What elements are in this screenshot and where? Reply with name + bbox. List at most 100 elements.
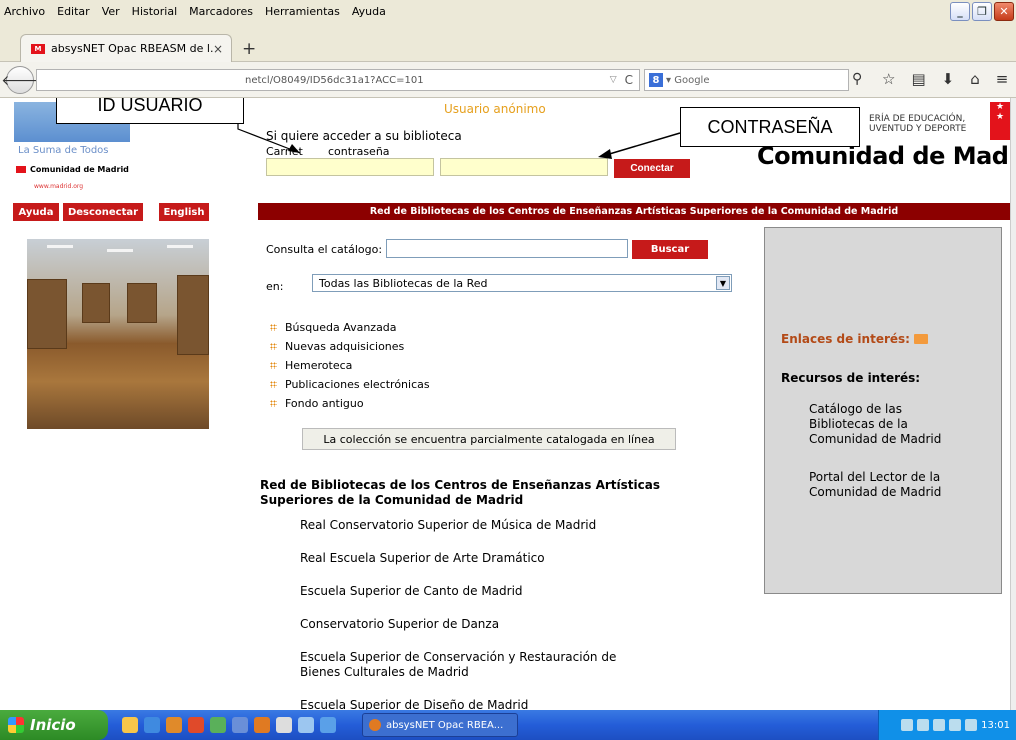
tray-app-icon[interactable] <box>933 719 946 731</box>
word-icon[interactable] <box>232 717 248 733</box>
search-magnifier-icon[interactable]: ⚲ <box>852 71 862 87</box>
school-link[interactable]: Real Escuela Superior de Arte Dramático <box>300 551 700 566</box>
app-icon[interactable] <box>276 717 292 733</box>
bookmarks-list-icon[interactable]: ▤ <box>911 70 925 88</box>
menu-ayuda[interactable]: Ayuda <box>352 5 386 18</box>
link-fondo-antiguo[interactable]: Fondo antiguo <box>270 394 430 413</box>
app-icon[interactable] <box>210 717 226 733</box>
close-window-button[interactable]: ✕ <box>994 2 1014 21</box>
quick-links: Búsqueda Avanzada Nuevas adquisiciones H… <box>270 318 430 413</box>
menu-hamburger-icon[interactable]: ≡ <box>996 70 1009 88</box>
link-publicaciones[interactable]: Publicaciones electrónicas <box>270 375 430 394</box>
back-arrow-icon: 🡐 <box>1 72 39 89</box>
school-link[interactable]: Escuela Superior de Conservación y Resta… <box>300 650 660 680</box>
menu-ver[interactable]: Ver <box>102 5 120 18</box>
catalog-search-input[interactable] <box>386 239 628 258</box>
link-hemeroteca[interactable]: Hemeroteca <box>270 356 430 375</box>
browser-tab[interactable]: M absysNET Opac RBEASM de l... × <box>20 34 232 62</box>
password-input[interactable] <box>440 158 608 176</box>
taskbar-firefox-window[interactable]: absysNET Opac RBEA... <box>362 713 518 737</box>
ceiling-light <box>47 245 73 248</box>
logo-tagline: La Suma de Todos <box>18 145 109 156</box>
tray-app-icon[interactable] <box>949 719 962 731</box>
home-icon[interactable]: ⌂ <box>970 70 980 88</box>
url-text: netcl/O8049/ID56dc31a1?ACC=101 <box>245 74 424 86</box>
nav-bar: 🡐 netcl/O8049/ID56dc31a1?ACC=101 ▽ C 8 ▾… <box>0 62 1016 98</box>
menu-bar: Archivo Editar Ver Historial Marcadores … <box>0 0 1016 22</box>
network-banner: Red de Bibliotecas de los Centros de Ens… <box>258 203 1010 220</box>
toolbar-icons: ☆ ▤ ⬇ ⌂ ≡ <box>882 70 1008 88</box>
pass-arrow-line <box>605 132 681 156</box>
search-bar[interactable]: 8 ▾ Google <box>644 69 849 91</box>
back-button[interactable]: 🡐 <box>1 66 39 94</box>
downloads-icon[interactable]: ⬇ <box>942 70 955 88</box>
search-engine-icon[interactable]: 8 <box>649 73 663 87</box>
minimize-button[interactable]: _ <box>950 2 970 21</box>
school-link[interactable]: Conservatorio Superior de Danza <box>300 617 700 632</box>
app-icon[interactable] <box>320 717 336 733</box>
madrid-url[interactable]: www.madrid.org <box>34 183 83 190</box>
school-link[interactable]: Real Conservatorio Superior de Música de… <box>300 518 700 533</box>
ceiling-light <box>167 245 193 248</box>
chevron-down-icon[interactable]: ▼ <box>716 276 730 290</box>
madrid-favicon-icon: M <box>31 43 45 54</box>
firefox-icon[interactable] <box>166 717 182 733</box>
orange-dots-icon <box>270 381 277 388</box>
reload-icon[interactable]: C <box>625 73 633 87</box>
school-link[interactable]: Escuela Superior de Canto de Madrid <box>300 584 700 599</box>
tab-close-icon[interactable]: × <box>213 42 223 56</box>
consejeria-line1: ERÍA DE EDUCACIÓN, <box>869 114 966 124</box>
app-icon[interactable] <box>188 717 204 733</box>
resource-link[interactable]: Portal del Lector de la Comunidad de Mad… <box>809 470 969 500</box>
url-dropdown-icon[interactable]: ▽ <box>610 75 617 85</box>
menu-marcadores[interactable]: Marcadores <box>189 5 253 18</box>
taskbar-window-title: absysNET Opac RBEA... <box>386 719 504 731</box>
bookshelf <box>82 283 110 323</box>
url-bar[interactable]: netcl/O8049/ID56dc31a1?ACC=101 ▽ C <box>36 69 640 91</box>
madrid-stars-flag-icon: ★ ★ <box>990 102 1010 140</box>
network-icon[interactable] <box>901 719 914 731</box>
carnet-input[interactable] <box>266 158 434 176</box>
collection-notice: La colección se encuentra parcialmente c… <box>302 428 676 450</box>
menu-editar[interactable]: Editar <box>57 5 90 18</box>
clock: 13:01 <box>981 719 1010 731</box>
menu-archivo[interactable]: Archivo <box>4 5 45 18</box>
tab-title: absysNET Opac RBEASM de l... <box>51 42 213 55</box>
resource-link[interactable]: Catálogo de las Bibliotecas de la Comuni… <box>809 402 969 447</box>
connect-button[interactable]: Conectar <box>614 159 690 178</box>
start-button[interactable]: Inicio <box>0 710 108 740</box>
link-busqueda-avanzada[interactable]: Búsqueda Avanzada <box>270 318 430 337</box>
english-button[interactable]: English <box>159 203 209 221</box>
orange-dots-icon <box>270 343 277 350</box>
orange-dots-icon <box>270 400 277 407</box>
library-select[interactable]: Todas las Bibliotecas de la Red ▼ <box>312 274 732 292</box>
school-link[interactable]: Escuela Superior de Diseño de Madrid <box>300 698 700 710</box>
links-of-interest[interactable]: Enlaces de interés: <box>781 332 928 346</box>
vlc-icon[interactable] <box>254 717 270 733</box>
logout-button[interactable]: Desconectar <box>63 203 143 221</box>
menu-historial[interactable]: Historial <box>132 5 177 18</box>
volume-icon[interactable] <box>917 719 930 731</box>
link-label: Publicaciones electrónicas <box>285 378 430 391</box>
new-tab-icon[interactable]: + <box>242 39 256 59</box>
link-label: Fondo antiguo <box>285 397 364 410</box>
folder-icon[interactable] <box>122 717 138 733</box>
help-button[interactable]: Ayuda <box>13 203 59 221</box>
maximize-button[interactable]: ❐ <box>972 2 992 21</box>
bookshelf <box>177 275 209 355</box>
tray-app-icon[interactable] <box>965 719 978 731</box>
search-button[interactable]: Buscar <box>632 240 708 259</box>
search-engine-dropdown-icon[interactable]: ▾ <box>666 75 674 86</box>
consejeria-line2: UVENTUD Y DEPORTE <box>869 124 967 134</box>
menu-herramientas[interactable]: Herramientas <box>265 5 340 18</box>
vertical-scrollbar[interactable] <box>1010 98 1016 710</box>
consejeria-text: ERÍA DE EDUCACIÓN, UVENTUD Y DEPORTE <box>869 114 966 134</box>
catalog-search-label: Consulta el catálogo: <box>266 243 383 256</box>
bookmark-star-icon[interactable]: ☆ <box>882 70 895 88</box>
link-nuevas-adquisiciones[interactable]: Nuevas adquisiciones <box>270 337 430 356</box>
ie-icon[interactable] <box>144 717 160 733</box>
login-prompt: Si quiere acceder a su biblioteca <box>266 129 462 143</box>
app-icon[interactable] <box>298 717 314 733</box>
network-title: Red de Bibliotecas de los Centros de Ens… <box>260 478 660 507</box>
search-placeholder: Google <box>674 74 710 86</box>
